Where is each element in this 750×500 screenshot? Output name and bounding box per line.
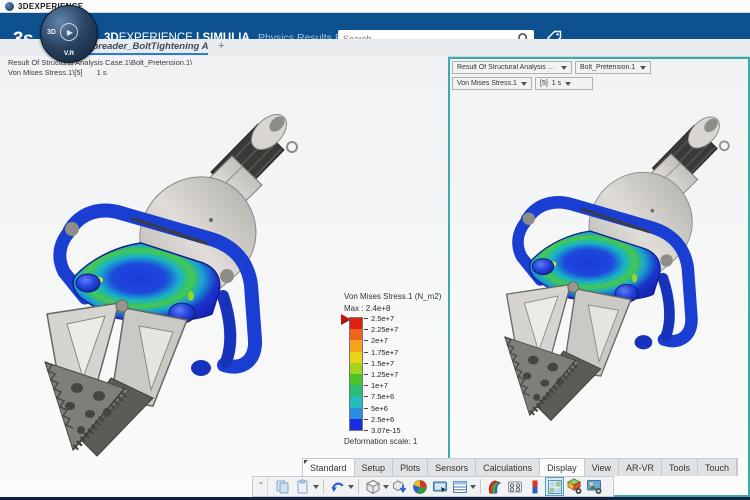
result-case-dropdown[interactable]: Result Of Structural Analysis Case.2 [452, 61, 572, 74]
tab-view[interactable]: View [585, 459, 619, 476]
cube-options-icon[interactable] [565, 477, 584, 496]
compass-vr-label: V.R [41, 50, 97, 57]
tab-display[interactable]: Display [540, 459, 585, 476]
dropdown-caret-icon[interactable] [313, 485, 319, 489]
tab-touch[interactable]: Touch [698, 459, 737, 476]
import-results-icon[interactable] [390, 477, 409, 496]
spreader-model-left[interactable] [15, 100, 305, 460]
dropdown-caret-icon [561, 66, 567, 70]
compass-3d-label: 3D [47, 29, 56, 36]
spreader-model-right[interactable] [478, 104, 736, 424]
workspace-tab-underline [84, 53, 208, 55]
action-bar-tabs: Standard Setup Plots Sensors Calculation… [302, 458, 738, 476]
compass-play-icon[interactable]: ▶ [60, 23, 78, 41]
3dexperience-compass[interactable]: 3D ▶ V.R [40, 5, 98, 63]
result-path-line2: Von Mises Stress.1\[5]1 s [8, 68, 192, 78]
legend-colorbar [350, 318, 362, 430]
paste-icon[interactable] [293, 477, 312, 496]
os-title-bar: 3DEXPERIENCE [0, 0, 750, 13]
collapse-chevron-icon[interactable]: ⌄ [255, 477, 268, 496]
field-dropdown[interactable]: Von Mises Stress.1 [452, 77, 532, 90]
tab-calculations[interactable]: Calculations [476, 459, 540, 476]
dropdown-caret-icon [565, 82, 571, 86]
dropdown-caret-icon [640, 66, 646, 70]
result-path-line1: Result Of Structural Analysis Case.1\Bol… [8, 58, 192, 68]
legend-title: Von Mises Stress.1 (N_m2) [344, 292, 454, 301]
plate-group-icon[interactable] [505, 477, 524, 496]
copy-icon[interactable] [273, 477, 292, 496]
top-bar: 3s 3DEXPERIENCE | SIMULIA Physics Result… [0, 13, 750, 39]
render-style-icon[interactable] [410, 477, 429, 496]
dropdown-caret-icon [521, 82, 527, 86]
capture-icon[interactable] [430, 477, 449, 496]
legend-max-marker-icon[interactable] [341, 314, 350, 324]
deformation-scale-label: Deformation scale: 1 [344, 437, 454, 446]
multi-view-layout-icon[interactable] [545, 477, 564, 496]
tab-setup[interactable]: Setup [355, 459, 394, 476]
app-window: 3DEXPERIENCE 3s 3DEXPERIENCE | SIMULIA P… [0, 0, 750, 500]
load-case-dropdown[interactable]: Bolt_Pretension.1 [575, 61, 651, 74]
result-path-label: Result Of Structural Analysis Case.1\Bol… [8, 58, 192, 78]
legend-scale: 2.5e+7 2.25e+7 2e+7 1.75e+7 1.5e+7 1.25e… [350, 318, 454, 430]
section-view-icon[interactable] [363, 477, 382, 496]
globe-icon [5, 2, 14, 11]
data-table-icon[interactable] [450, 477, 469, 496]
action-bar-toolbar: ⌄ [252, 476, 614, 497]
add-tab-button[interactable]: + [218, 41, 224, 52]
spectrum-bar-icon[interactable] [525, 477, 544, 496]
dropdown-caret-icon[interactable] [383, 485, 389, 489]
tab-tools[interactable]: Tools [662, 459, 698, 476]
tab-standard[interactable]: Standard [303, 459, 355, 476]
workspace-tab[interactable]: Spreader_BoltTightening A [86, 41, 208, 52]
display-options-icon[interactable] [585, 477, 604, 496]
undo-icon[interactable] [328, 477, 347, 496]
legend-max: Max : 2.4e+8 [344, 304, 454, 313]
frame-dropdown[interactable]: [5] 1 s [535, 77, 593, 90]
contour-plot-icon[interactable] [485, 477, 504, 496]
tab-plots[interactable]: Plots [393, 459, 428, 476]
tab-sensors[interactable]: Sensors [428, 459, 476, 476]
dropdown-caret-icon[interactable] [348, 485, 354, 489]
legend-values: 2.5e+7 2.25e+7 2e+7 1.75e+7 1.5e+7 1.25e… [364, 318, 424, 430]
tab-ar-vr[interactable]: AR-VR [619, 459, 662, 476]
stress-legend: Von Mises Stress.1 (N_m2) Max : 2.4e+8 2… [344, 292, 454, 446]
dropdown-caret-icon[interactable] [470, 485, 476, 489]
